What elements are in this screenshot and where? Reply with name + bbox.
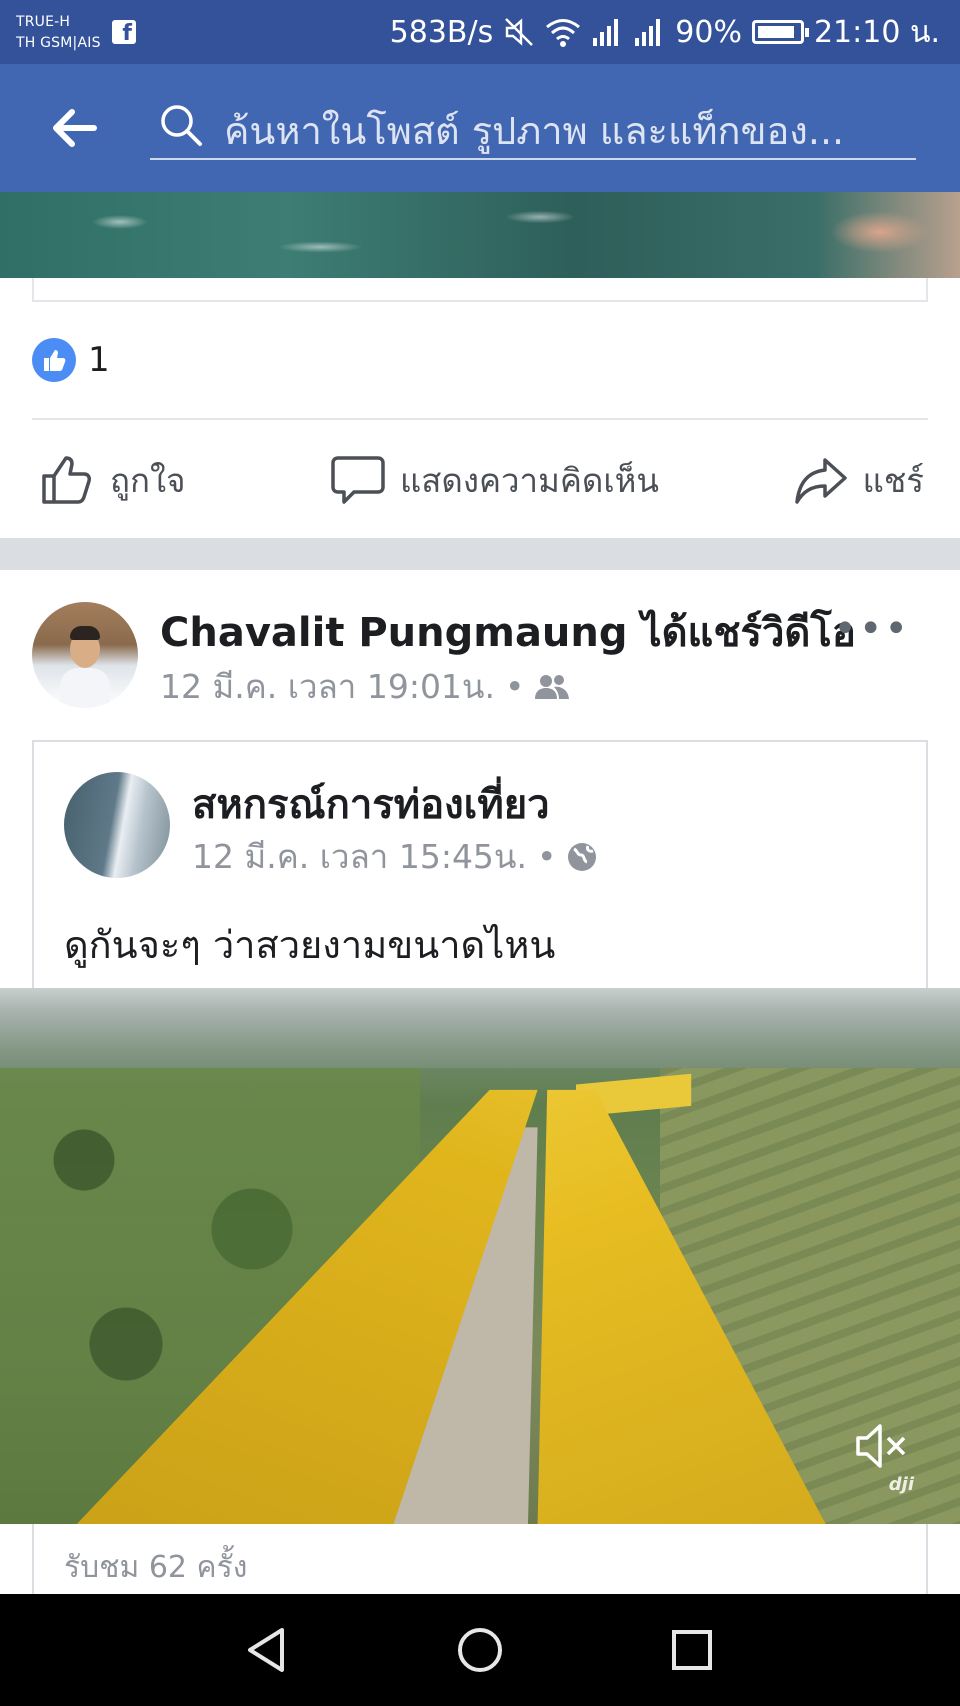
thumbs-up-icon bbox=[44, 350, 66, 371]
search-header: ค้นหาในโพสต์ รูปภาพ และแท็กของ... bbox=[0, 64, 960, 192]
view-count: รับชม 62 ครั้ง bbox=[64, 1550, 248, 1585]
thumbs-up-outline-icon bbox=[42, 456, 91, 504]
system-navigation-bar bbox=[0, 1594, 960, 1706]
feed-separator bbox=[0, 538, 960, 570]
original-timestamp[interactable]: 12 มี.ค. เวลา 15:45น. bbox=[192, 830, 527, 883]
meta-separator: • bbox=[536, 837, 557, 876]
signal-icon-2 bbox=[635, 19, 661, 46]
like-reaction-icon bbox=[32, 338, 76, 382]
more-options-button[interactable]: ••• bbox=[833, 606, 910, 652]
post-actions: ถูกใจ แสดงความคิดเห็น แชร์ bbox=[0, 440, 960, 520]
search-placeholder: ค้นหาในโพสต์ รูปภาพ และแท็กของ... bbox=[224, 109, 845, 153]
original-post-meta: 12 มี.ค. เวลา 15:45น. • bbox=[192, 830, 598, 883]
poster-avatar[interactable] bbox=[32, 602, 138, 708]
battery-percent: 90% bbox=[675, 14, 742, 50]
nav-recents-button[interactable] bbox=[662, 1622, 722, 1678]
comment-label: แสดงความคิดเห็น bbox=[400, 460, 659, 500]
comment-button[interactable]: แสดงความคิดเห็น bbox=[330, 440, 659, 520]
post-caption: ดูกันจะๆ ว่าสวยงามขนาดไหน bbox=[64, 923, 556, 967]
facebook-notification-icon: f bbox=[112, 20, 136, 44]
clock: 21:10 น. bbox=[813, 14, 940, 50]
nav-home-button[interactable] bbox=[450, 1622, 510, 1678]
share-button[interactable]: แชร์ bbox=[793, 440, 924, 520]
search-input[interactable]: ค้นหาในโพสต์ รูปภาพ และแท็กของ... bbox=[150, 94, 916, 160]
page-avatar[interactable] bbox=[64, 772, 170, 878]
circle-home-icon bbox=[458, 1628, 502, 1672]
divider bbox=[32, 418, 928, 420]
share-action-text: ได้แชร์วิดีโอ bbox=[627, 610, 856, 656]
status-bar: TRUE-H TH GSM|AIS f 583B/s 90% 21:10 น. bbox=[0, 0, 960, 64]
post-timestamp[interactable]: 12 มี.ค. เวลา 19:01น. bbox=[160, 660, 495, 713]
page-name[interactable]: สหกรณ์การท่องเที่ยว bbox=[192, 772, 550, 836]
network-speed: 583B/s bbox=[389, 14, 494, 50]
wifi-icon bbox=[546, 19, 581, 47]
like-label: ถูกใจ bbox=[110, 460, 186, 500]
globe-icon bbox=[568, 842, 597, 871]
video-player[interactable] bbox=[0, 988, 960, 1524]
back-button[interactable] bbox=[44, 100, 104, 156]
status-icons: 583B/s 90% 21:10 น. bbox=[390, 12, 940, 52]
carrier-info: TRUE-H TH GSM|AIS bbox=[16, 12, 101, 54]
share-label: แชร์ bbox=[862, 460, 924, 500]
search-icon bbox=[161, 105, 202, 146]
comment-bubble-icon bbox=[331, 456, 385, 504]
signal-icon-1 bbox=[593, 19, 619, 46]
speaker-muted-icon bbox=[856, 1424, 906, 1468]
carrier-line-2: TH GSM|AIS bbox=[16, 35, 101, 51]
meta-separator: • bbox=[504, 667, 525, 706]
share-arrow-icon bbox=[794, 458, 847, 504]
reaction-count: 1 bbox=[88, 340, 110, 380]
previous-post-card-edge bbox=[32, 278, 928, 302]
video-watermark: dji bbox=[888, 1474, 914, 1495]
battery-icon bbox=[751, 20, 809, 44]
triangle-back-icon bbox=[248, 1628, 284, 1672]
reactions-summary[interactable]: 1 bbox=[32, 338, 110, 382]
poster-name[interactable]: Chavalit Pungmaung bbox=[160, 610, 628, 656]
nav-back-button[interactable] bbox=[236, 1622, 296, 1678]
square-recents-icon bbox=[672, 1630, 712, 1670]
video-mute-button[interactable] bbox=[850, 1418, 914, 1474]
post-meta: 12 มี.ค. เวลา 19:01น. • bbox=[160, 660, 570, 713]
arrow-left-icon bbox=[53, 109, 97, 147]
post-header-line: Chavalit Pungmaung ได้แชร์วิดีโอ bbox=[160, 600, 856, 664]
mute-icon bbox=[505, 18, 534, 46]
carrier-line-1: TRUE-H bbox=[16, 14, 71, 30]
friends-icon bbox=[535, 674, 570, 699]
like-button[interactable]: ถูกใจ bbox=[40, 440, 185, 520]
previous-post-image[interactable] bbox=[0, 192, 960, 278]
